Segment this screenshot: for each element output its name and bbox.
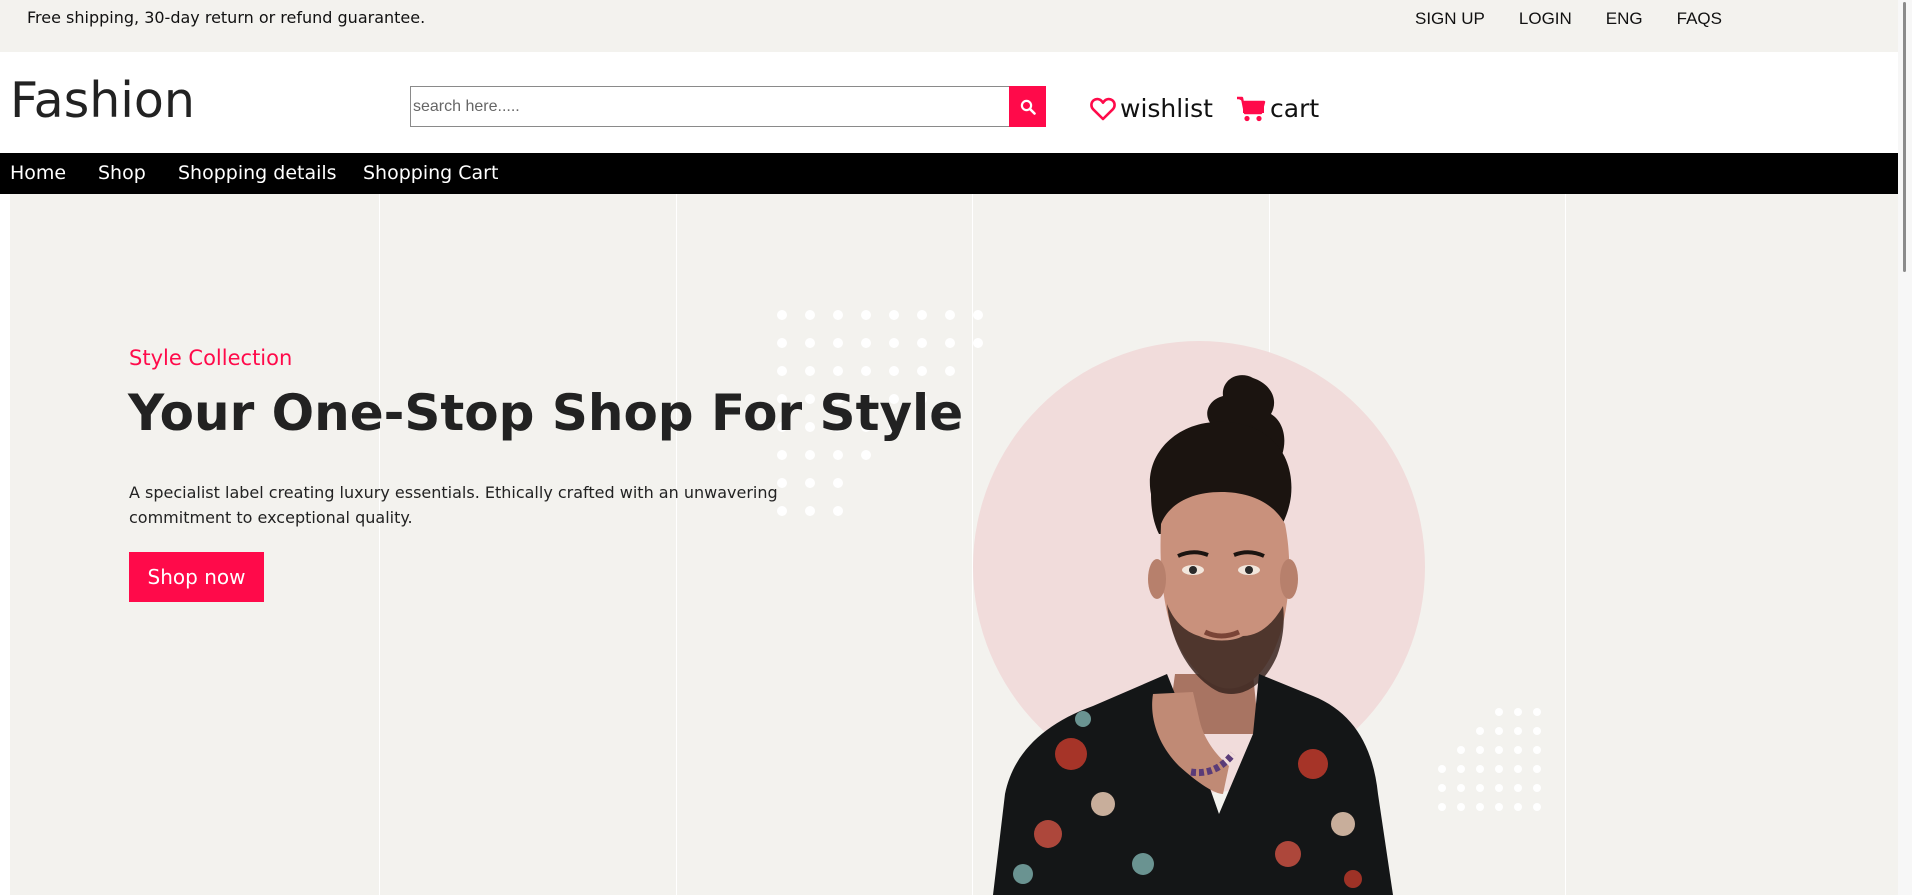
decor-dot <box>805 450 815 460</box>
decor-dot <box>1476 784 1484 792</box>
heart-icon <box>1090 97 1116 120</box>
decor-dot <box>1495 746 1503 754</box>
scrollbar-thumb[interactable] <box>1903 2 1906 272</box>
login-link[interactable]: LOGIN <box>1519 9 1572 29</box>
decor-dot <box>805 338 815 348</box>
search-button[interactable] <box>1009 86 1046 127</box>
hero-divider <box>379 194 380 895</box>
language-link[interactable]: ENG <box>1606 9 1643 29</box>
decor-dot <box>1457 765 1465 773</box>
decor-dot <box>1533 746 1541 754</box>
top-bar: Free shipping, 30-day return or refund g… <box>0 0 1912 52</box>
decor-dot <box>1438 765 1446 773</box>
decor-dot <box>973 310 983 320</box>
account-links: SIGN UP LOGIN ENG FAQS <box>1381 9 1722 29</box>
decor-dot <box>1533 784 1541 792</box>
decor-dot <box>805 366 815 376</box>
decor-dot <box>1514 746 1522 754</box>
decor-dot <box>973 338 983 348</box>
decor-dot <box>1533 765 1541 773</box>
decor-dot <box>1457 784 1465 792</box>
search-input[interactable] <box>410 86 1009 127</box>
hero-eyebrow: Style Collection <box>129 346 293 370</box>
decor-dot <box>777 450 787 460</box>
decor-dot <box>1476 727 1484 735</box>
decor-dot <box>777 366 787 376</box>
decor-dot <box>1457 803 1465 811</box>
decor-dot <box>1514 708 1522 716</box>
decor-dot <box>1533 727 1541 735</box>
decor-dot <box>833 450 843 460</box>
decor-dot <box>1533 803 1541 811</box>
wishlist-label: wishlist <box>1120 94 1213 123</box>
decor-dot <box>889 338 899 348</box>
decor-dot <box>833 338 843 348</box>
cart-label: cart <box>1270 94 1320 123</box>
decor-dot <box>1495 727 1503 735</box>
decor-dot <box>1438 784 1446 792</box>
decor-dot <box>1514 765 1522 773</box>
decor-dot <box>833 366 843 376</box>
decor-dot <box>1495 765 1503 773</box>
decor-dot <box>861 366 871 376</box>
decor-dot <box>1533 708 1541 716</box>
shipping-promo-text: Free shipping, 30-day return or refund g… <box>27 8 426 27</box>
decor-dot <box>861 338 871 348</box>
search-bar <box>410 86 1046 127</box>
site-header: Fashion wishlist cart <box>0 52 1912 153</box>
hero-banner: Style Collection Your One-Stop Shop For … <box>10 194 1898 895</box>
cart-link[interactable]: cart <box>1236 94 1319 123</box>
decor-dot <box>777 310 787 320</box>
site-logo[interactable]: Fashion <box>10 72 195 129</box>
decor-dot <box>1495 803 1503 811</box>
decor-dot <box>945 338 955 348</box>
decor-dot <box>1514 803 1522 811</box>
cart-icon <box>1237 96 1266 121</box>
signup-link[interactable]: SIGN UP <box>1415 9 1485 29</box>
decor-dot <box>917 310 927 320</box>
decor-dot <box>777 338 787 348</box>
decor-dot <box>1476 765 1484 773</box>
decor-dot <box>917 366 927 376</box>
nav-item-shopping-details[interactable]: Shopping details <box>178 162 337 184</box>
decor-dot <box>1495 708 1503 716</box>
hero-divider <box>676 194 677 895</box>
decor-dot <box>945 310 955 320</box>
shop-now-button[interactable]: Shop now <box>129 552 264 602</box>
nav-item-shopping-cart[interactable]: Shopping Cart <box>363 162 498 184</box>
decor-dot <box>805 310 815 320</box>
hero-description: A specialist label creating luxury essen… <box>129 483 778 527</box>
decor-dot <box>861 450 871 460</box>
page-scrollbar[interactable] <box>1898 0 1912 895</box>
nav-item-shop[interactable]: Shop <box>98 162 146 184</box>
wishlist-link[interactable]: wishlist <box>1090 94 1213 123</box>
hero-divider <box>1565 194 1566 895</box>
hero-model-image <box>993 375 1393 895</box>
decor-dot <box>833 310 843 320</box>
decor-dot <box>861 310 871 320</box>
decor-dot <box>889 310 899 320</box>
nav-item-home[interactable]: Home <box>10 162 66 184</box>
decor-dot <box>1457 746 1465 754</box>
decor-dot <box>1476 803 1484 811</box>
decor-dot <box>1495 784 1503 792</box>
decor-dot <box>1514 784 1522 792</box>
decor-dot <box>1476 746 1484 754</box>
decor-dot <box>1514 727 1522 735</box>
decor-dot <box>1438 803 1446 811</box>
hero-headline: Your One-Stop Shop For Style <box>128 384 964 442</box>
decor-dot <box>917 338 927 348</box>
faqs-link[interactable]: FAQS <box>1677 9 1722 29</box>
decor-dot <box>889 366 899 376</box>
search-icon <box>1020 99 1036 115</box>
main-nav: Home Shop Shopping details Shopping Cart <box>0 153 1912 194</box>
